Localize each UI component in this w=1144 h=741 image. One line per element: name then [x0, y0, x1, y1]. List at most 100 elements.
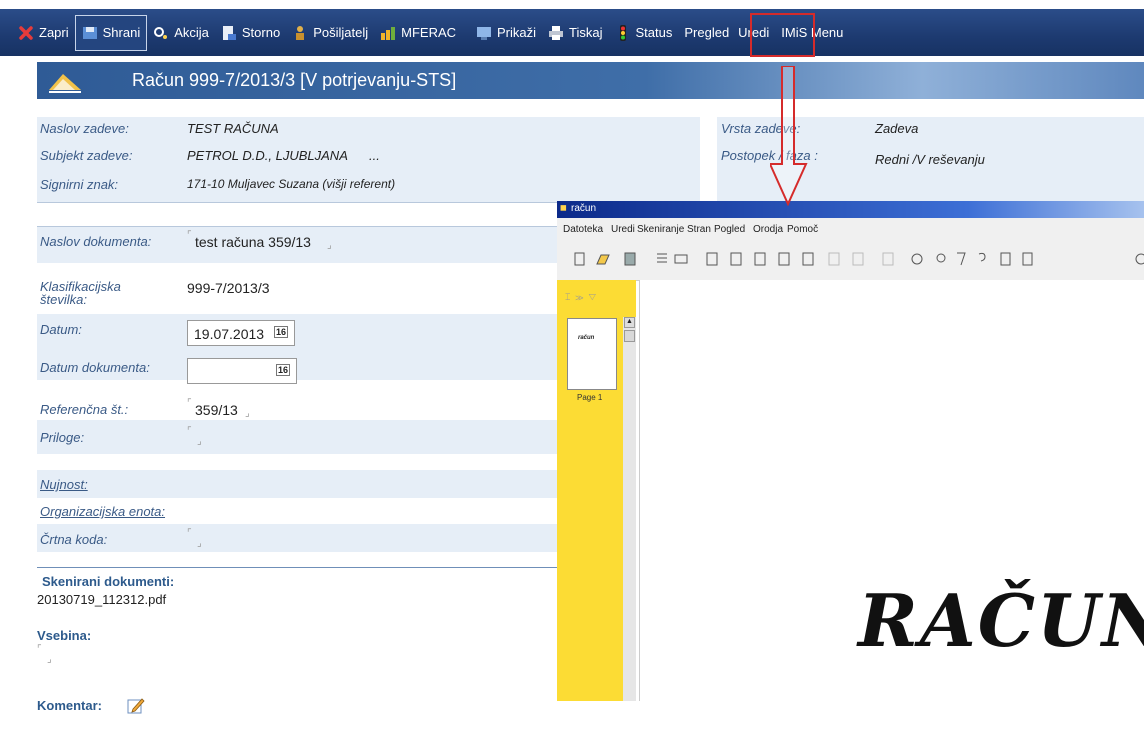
row-band [37, 524, 557, 552]
viewer-menu-file[interactable]: Datoteka [563, 224, 603, 235]
viewer-title-bar: ◼ račun [557, 201, 1144, 218]
mferac-label: MFERAC [401, 25, 457, 40]
date-label: Datum: [40, 322, 82, 337]
display-icon [476, 25, 492, 41]
case-type-value: Zadeva [875, 121, 919, 136]
sender-button[interactable]: Pošiljatelj [286, 16, 374, 50]
case-subject-more-link[interactable]: ... [369, 148, 380, 163]
close-label: Zapri [39, 25, 69, 40]
sender-icon [292, 25, 308, 41]
page-title: Račun 999-7/2013/3 [V potrjevanju-STS] [132, 70, 457, 90]
action-icon [153, 25, 169, 41]
field-mark: ⌜ [187, 230, 192, 241]
case-info-panel: Naslov zadeve: TEST RAČUNA Subjekt zadev… [37, 117, 700, 203]
red-arrow-annotation [770, 66, 808, 206]
status-icon [615, 24, 631, 41]
action-button[interactable]: Akcija [147, 16, 215, 50]
case-subject-value: PETROL D.D., LJUBLJANA [187, 148, 348, 163]
date-value: 19.07.2013 [194, 326, 265, 342]
urgency-link[interactable]: Nujnost: [40, 477, 88, 492]
viewer-title: račun [571, 203, 597, 214]
status-button[interactable]: Status [609, 16, 679, 50]
viewer-menu-view[interactable]: Pogled [714, 224, 745, 235]
comment-heading: Komentar: [37, 698, 103, 713]
field-mark: ⌟ [47, 654, 52, 665]
field-mark: ⌟ [197, 538, 202, 549]
viewer-menu-tools[interactable]: Orodja [753, 224, 783, 235]
document-title-bar: Račun 999-7/2013/3 [V potrjevanju-STS] [37, 62, 1144, 99]
doc-title-value[interactable]: test računa 359/13 [195, 234, 311, 250]
print-button[interactable]: Tiskaj [542, 16, 608, 50]
preview-label: Pregled [684, 25, 730, 40]
case-title-label: Naslov zadeve: [40, 121, 129, 136]
case-subject-label: Subjekt zadeve: [40, 148, 133, 163]
scanned-file-link[interactable]: 20130719_112312.pdf [37, 592, 166, 607]
viewer-menubar: Datoteka Uredi Skeniranje Stran Pogled O… [557, 218, 1144, 242]
page-thumbnail[interactable]: račun [567, 318, 617, 390]
close-icon [18, 25, 34, 41]
print-icon [548, 25, 564, 41]
viewer-menu-page[interactable]: Stran [687, 224, 711, 235]
sender-label: Pošiljatelj [313, 25, 369, 40]
calendar-icon[interactable]: 16 [273, 326, 288, 338]
viewer-menu-help[interactable]: Pomoč [787, 224, 818, 235]
edit-comment-icon[interactable] [127, 697, 145, 718]
signature-value: 171-10 Muljavec Suzana (višji referent) [187, 177, 396, 191]
storno-label: Storno [241, 25, 281, 40]
save-label: Shrani [102, 25, 141, 40]
viewer-toolbar [557, 242, 1144, 281]
row-band [37, 420, 557, 454]
field-mark: ⌟ [327, 240, 332, 251]
scanned-docs-heading: Skenirani dokumenti: [42, 574, 175, 589]
display-button[interactable]: Prikaži [470, 16, 542, 50]
thumbnail-label: Page 1 [577, 393, 603, 402]
divider [37, 567, 557, 568]
thumbnail-scrollbar[interactable]: ▲ [623, 317, 636, 701]
barcode-label: Črtna koda: [40, 532, 108, 547]
document-heading-text: RAČUN [858, 578, 1144, 663]
field-mark: ⌟ [197, 436, 202, 447]
viewer-menu-edit[interactable]: Uredi [611, 224, 635, 235]
row-band [37, 470, 557, 498]
case-title-value: TEST RAČUNA [187, 121, 279, 136]
content-heading: Vsebina: [37, 628, 92, 643]
org-unit-link[interactable]: Organizacijska enota: [40, 504, 165, 519]
scroll-up-button[interactable]: ▲ [624, 317, 635, 328]
main-toolbar: 1A Zapri Shrani Akcija Storno Pošiljatel… [0, 0, 1144, 62]
reference-value[interactable]: 359/13 [195, 402, 238, 418]
close-button[interactable]: Zapri [12, 16, 75, 50]
thumbnail-tools-icon[interactable]: ⌶ ≫ ▽ [565, 292, 596, 303]
field-mark: ⌜ [37, 644, 42, 655]
field-mark: ⌜ [187, 528, 192, 539]
classification-value: 999-7/2013/3 [187, 280, 270, 296]
attachments-label: Priloge: [40, 430, 85, 445]
document-form: Naslov dokumenta: ⌜ test računa 359/13 ⌟… [37, 208, 557, 568]
preview-menu[interactable]: Pregled [678, 16, 735, 50]
calendar-icon[interactable]: 16 [275, 364, 290, 376]
field-mark: ⌜ [187, 426, 192, 437]
toolbar-items: Zapri Shrani Akcija Storno Pošiljatelj M… [12, 9, 849, 56]
storno-button[interactable]: Storno [215, 16, 286, 50]
save-icon [82, 25, 98, 41]
storno-icon [221, 25, 237, 41]
viewer-menu-scan[interactable]: Skeniranje [637, 224, 684, 235]
app-logo-icon [49, 74, 81, 93]
thumbnail-text: račun [578, 335, 595, 341]
display-label: Prikaži [497, 25, 537, 40]
date-field[interactable]: 19.07.2013 16 [187, 320, 295, 346]
scroll-thumb[interactable] [624, 330, 635, 342]
action-label: Akcija [174, 25, 209, 40]
field-mark: ⌜ [187, 398, 192, 409]
highlight-box [750, 13, 815, 57]
doc-title-label: Naslov dokumenta: [40, 234, 152, 249]
mferac-button[interactable]: MFERAC [374, 16, 462, 50]
status-label: Status [635, 25, 673, 40]
reference-label: Referenčna št.: [40, 402, 129, 417]
viewer-app-icon: ◼ [560, 203, 567, 212]
doc-date-field[interactable]: 16 [187, 358, 297, 384]
mferac-icon [380, 25, 396, 41]
field-mark: ⌟ [245, 408, 250, 419]
save-button[interactable]: Shrani [74, 14, 148, 51]
doc-date-label: Datum dokumenta: [40, 360, 150, 375]
viewer-toolbar-icons[interactable] [557, 242, 1144, 280]
